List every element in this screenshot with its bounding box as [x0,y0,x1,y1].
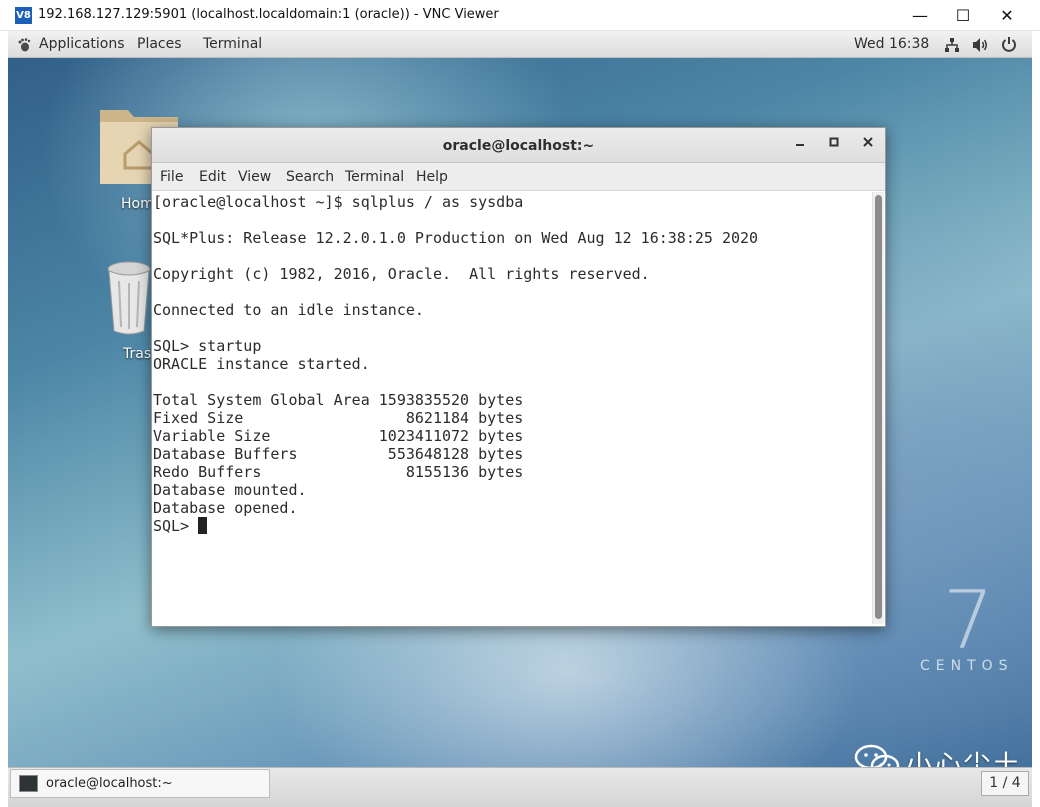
terminal-window: oracle@localhost:~ File Edit View Search… [151,127,886,627]
terminal-title: oracle@localhost:~ [442,138,595,154]
terminal-line: SQL> startup [153,337,262,355]
home-folder-label: Hom [121,196,154,212]
terminal-prompt-line: SQL> [153,517,208,535]
terminal-line: Connected to an idle instance. [153,301,424,319]
menu-view[interactable]: View [238,169,271,185]
terminal-maximize-button[interactable] [825,136,843,154]
centos-logo-seven: 7 [943,574,994,667]
vnc-maximize-button[interactable]: ☐ [940,0,986,31]
taskbar-terminal-item[interactable]: oracle@localhost:~ [10,769,270,798]
network-icon[interactable] [944,37,960,53]
terminal-line: Fixed Size 8621184 bytes [153,409,524,427]
vnc-titlebar: V8 192.168.127.129:5901 (localhost.local… [0,0,1040,31]
menu-edit[interactable]: Edit [199,169,226,185]
trash-icon[interactable] [105,259,153,337]
clock[interactable]: Wed 16:38 [854,36,929,52]
centos-logo-word: CENTOS [920,658,1014,674]
terminal-line: Total System Global Area 1593835520 byte… [153,391,524,409]
menu-terminal[interactable]: Terminal [345,169,404,185]
vnc-window-title: 192.168.127.129:5901 (localhost.localdom… [38,7,499,22]
vnc-logo-icon: V8 [15,7,32,24]
terminal-line: ORACLE instance started. [153,355,370,373]
terminal-scrollbar[interactable] [872,192,884,624]
bottom-taskbar: oracle@localhost:~ 1 / 4 [8,767,1032,807]
vnc-minimize-button[interactable]: — [897,0,943,31]
terminal-line: Database mounted. [153,481,307,499]
places-menu[interactable]: Places [137,36,182,52]
menu-help[interactable]: Help [416,169,448,185]
scrollbar-thumb[interactable] [875,195,882,619]
sql-prompt: SQL> [153,517,199,535]
terminal-line: Database Buffers 553648128 bytes [153,445,524,463]
gnome-top-bar: Applications Places Terminal Wed 16:38 [8,31,1032,58]
terminal-app-menu[interactable]: Terminal [203,36,262,52]
terminal-line: [oracle@localhost ~]$ sqlplus / as sysdb… [153,193,524,211]
gnome-foot-icon [18,38,31,52]
menu-search[interactable]: Search [286,169,334,185]
workspace-switcher[interactable]: 1 / 4 [981,771,1029,796]
remote-desktop: Applications Places Terminal Wed 16:38 H… [8,31,1032,807]
speaker-icon[interactable] [972,37,990,53]
close-icon [863,137,873,147]
terminal-icon [19,775,38,792]
minimize-icon [796,144,804,146]
terminal-menubar: File Edit View Search Terminal Help [152,163,885,191]
menu-file[interactable]: File [160,169,183,185]
taskbar-item-label: oracle@localhost:~ [46,776,173,791]
trash-label: Tras [123,346,152,362]
terminal-output[interactable]: [oracle@localhost ~]$ sqlplus / as sysdb… [153,192,871,624]
terminal-titlebar[interactable]: oracle@localhost:~ [152,128,885,163]
applications-menu[interactable]: Applications [39,36,125,52]
terminal-line: Copyright (c) 1982, 2016, Oracle. All ri… [153,265,650,283]
text-cursor [198,517,208,534]
terminal-close-button[interactable] [859,136,877,154]
terminal-minimize-button[interactable] [791,136,809,154]
terminal-line: SQL*Plus: Release 12.2.0.1.0 Production … [153,229,759,247]
terminal-line: Variable Size 1023411072 bytes [153,427,524,445]
terminal-line: Database opened. [153,499,298,517]
terminal-line: Redo Buffers 8155136 bytes [153,463,524,481]
maximize-icon [829,137,839,147]
vnc-close-button[interactable]: ✕ [984,0,1030,31]
power-icon[interactable] [1001,36,1017,53]
